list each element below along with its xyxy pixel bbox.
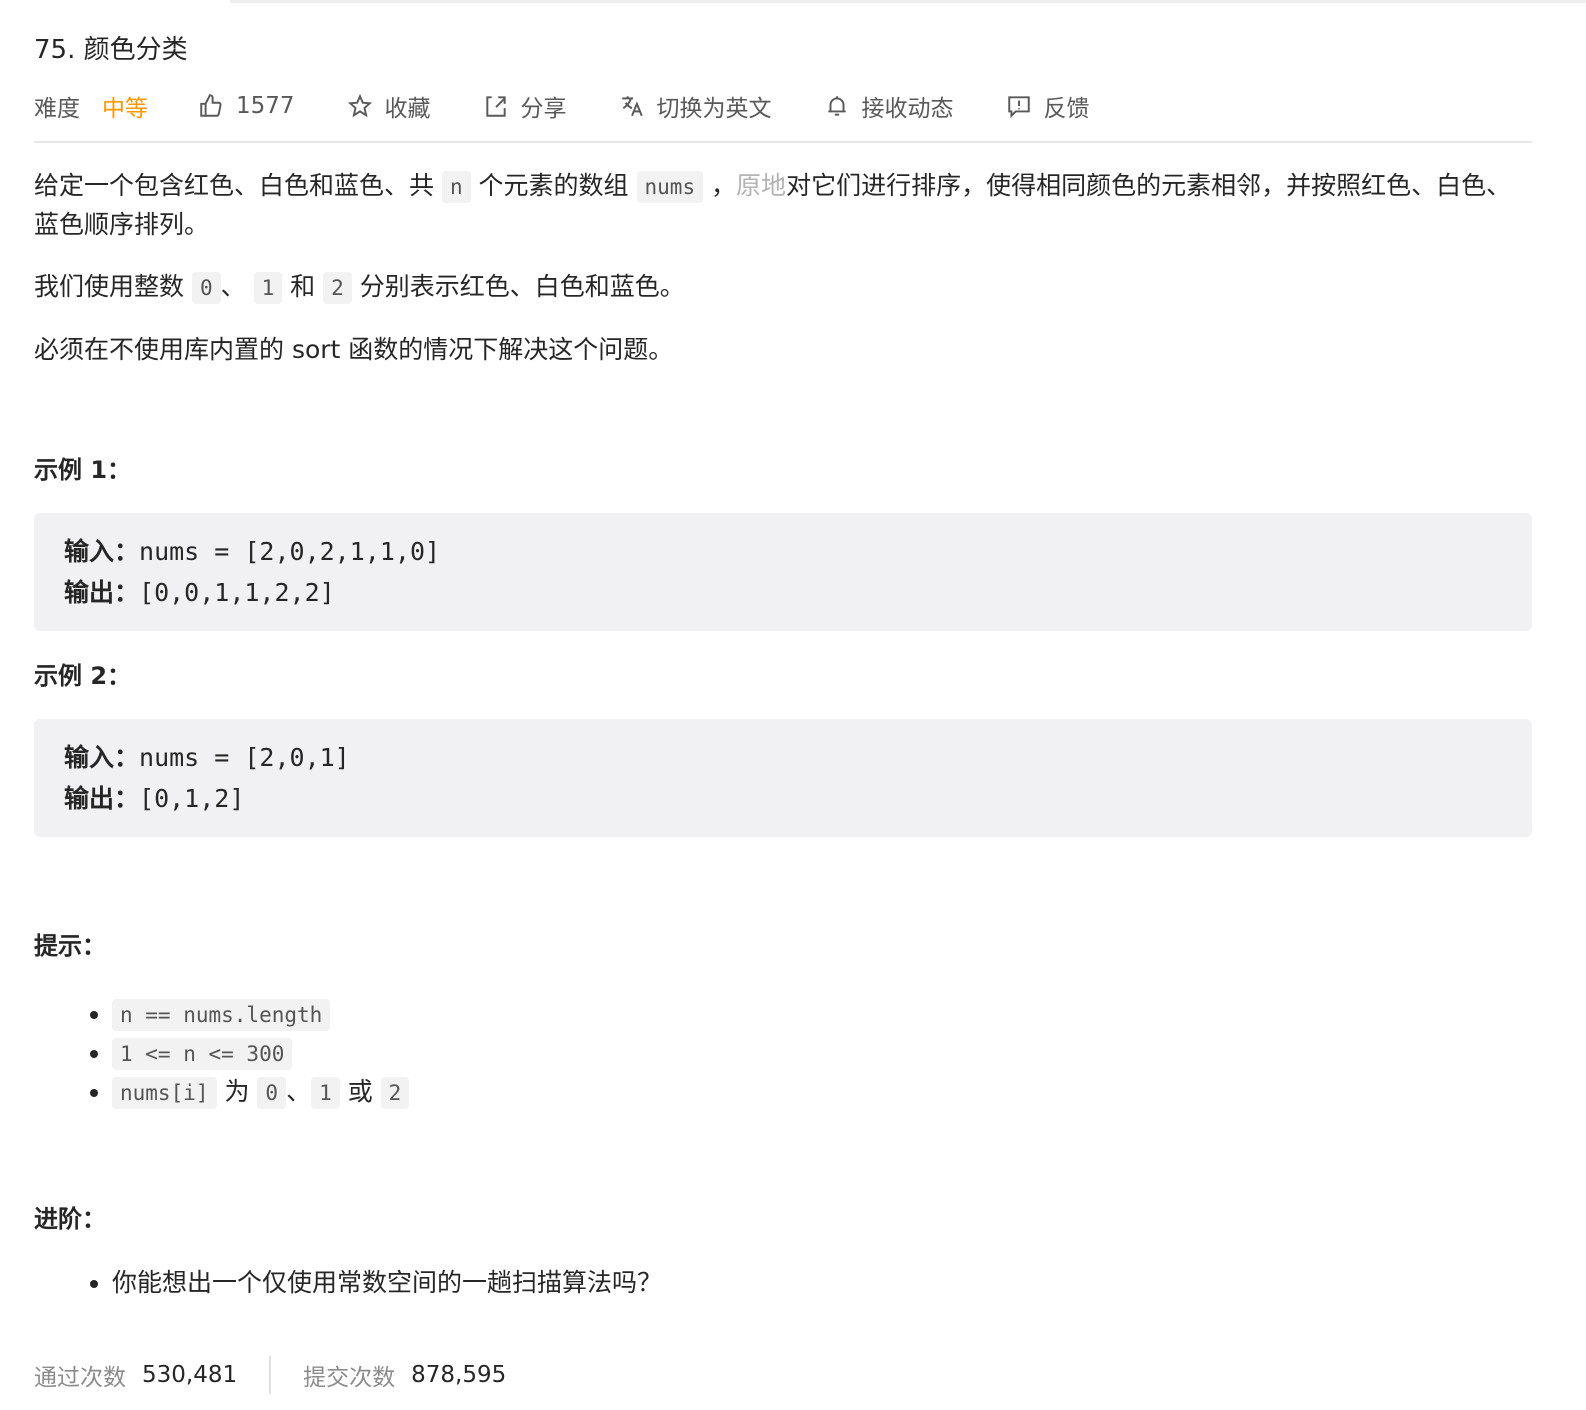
input-value: nums = [2,0,1] [139,743,350,772]
inline-code: 1 [253,272,283,304]
list-item: nums[i] 为 0、1 或 2 [112,1073,1532,1112]
problem-title: 75. 颜色分类 [34,35,188,65]
example-2-block: 输入：nums = [2,0,1] 输出：[0,1,2] [34,719,1532,837]
list-item: 1 <= n <= 300 [112,1034,1532,1073]
inline-code: 1 [311,1077,340,1109]
feedback-label: 反馈 [1043,96,1090,122]
submissions-value: 878,595 [411,1362,507,1388]
example-1-block: 输入：nums = [2,0,2,1,1,0] 输出：[0,0,1,1,2,2] [34,513,1532,631]
inline-code: nums [636,171,704,203]
inline-code: n [441,171,471,203]
input-value: nums = [2,0,2,1,1,0] [139,537,441,566]
problem-description: 给定一个包含红色、白色和蓝色、共 n 个元素的数组 nums ，原地对它们进行排… [34,167,1532,1302]
like-button[interactable]: 1577 [198,93,295,119]
submissions-label: 提交次数 [303,1365,396,1391]
inline-code: nums[i] [112,1077,217,1109]
list-item: n == nums.length [112,995,1532,1034]
switch-language-label: 切换为英文 [656,96,772,122]
submission-stats: 通过次数 530,481 提交次数 878,595 [34,1356,506,1394]
bell-icon [827,96,846,116]
top-divider [230,0,1586,3]
inline-code: 1 <= n <= 300 [112,1038,293,1070]
description-text: ， [703,171,737,200]
subscribe-button[interactable]: 接收动态 [824,89,954,123]
example-1-title: 示例 1： [34,456,132,484]
description-paragraph-2: 我们使用整数 0、 1 和 2 分别表示红色、白色和蓝色。 [34,268,1532,307]
difficulty-value: 中等 [102,96,148,122]
description-paragraph-3: 必须在不使用库内置的 sort 函数的情况下解决这个问题。 [34,335,674,364]
description-text: 我们使用整数 [34,272,192,301]
accepted-label: 通过次数 [34,1365,126,1391]
example-2-title: 示例 2： [34,662,132,690]
accepted-value: 530,481 [142,1362,238,1388]
subscribe-label: 接收动态 [861,96,954,122]
inline-code: 0 [257,1077,287,1109]
inline-code: 2 [380,1077,410,1109]
description-paragraph-1: 给定一个包含红色、白色和蓝色、共 n 个元素的数组 nums ，原地对它们进行排… [34,167,1532,244]
in-place-link[interactable]: 原地 [736,171,786,200]
translate-icon [621,96,643,117]
output-label: 输出： [64,784,140,813]
output-label: 输出： [64,578,140,607]
difficulty-label: 难度 [34,96,80,122]
favorite-label: 收藏 [384,96,431,122]
hints-list: n == nums.length 1 <= n <= 300 nums[i] 为… [34,995,1532,1112]
hint-text: 、 [286,1077,312,1106]
advanced-list: 你能想出一个仅使用常数空间的一趟扫描算法吗？ [34,1264,1532,1302]
switch-language-button[interactable]: 切换为英文 [619,89,772,123]
share-label: 分享 [520,96,567,122]
favorite-button[interactable]: 收藏 [347,89,431,123]
description-text: 分别表示红色、白色和蓝色。 [351,272,685,301]
description-text: 给定一个包含红色、白色和蓝色、共 [34,171,442,200]
input-label: 输入： [64,743,140,772]
stats-divider [269,1356,272,1394]
input-label: 输入： [64,537,140,566]
inline-code: n == nums.length [112,999,331,1031]
problem-content: 75. 颜色分类 难度 中等 1577 收藏 分享 切换为英文 接收动态 反馈 … [34,30,1532,1302]
hint-text: 或 [339,1077,381,1106]
advanced-title: 进阶： [34,1205,106,1233]
description-text: 个元素的数组 [470,171,637,200]
inline-code: 0 [191,272,221,304]
list-item: 你能想出一个仅使用常数空间的一趟扫描算法吗？ [112,1264,1532,1302]
thumbs-up-icon [200,94,222,117]
output-value: [0,0,1,1,2,2] [139,578,335,607]
hint-text: 为 [216,1077,258,1106]
description-text: 和 [282,272,324,301]
like-count: 1577 [236,93,295,119]
feedback-button[interactable]: 反馈 [1006,89,1090,123]
output-value: [0,1,2] [139,784,245,813]
inline-code: 2 [323,272,352,304]
share-icon [485,96,506,117]
star-icon [347,93,372,118]
feedback-icon [1007,96,1030,119]
description-text: 、 [220,272,254,301]
problem-meta-bar: 难度 中等 1577 收藏 分享 切换为英文 接收动态 反馈 [34,81,1532,143]
hints-title: 提示： [34,932,106,960]
share-button[interactable]: 分享 [483,89,567,123]
